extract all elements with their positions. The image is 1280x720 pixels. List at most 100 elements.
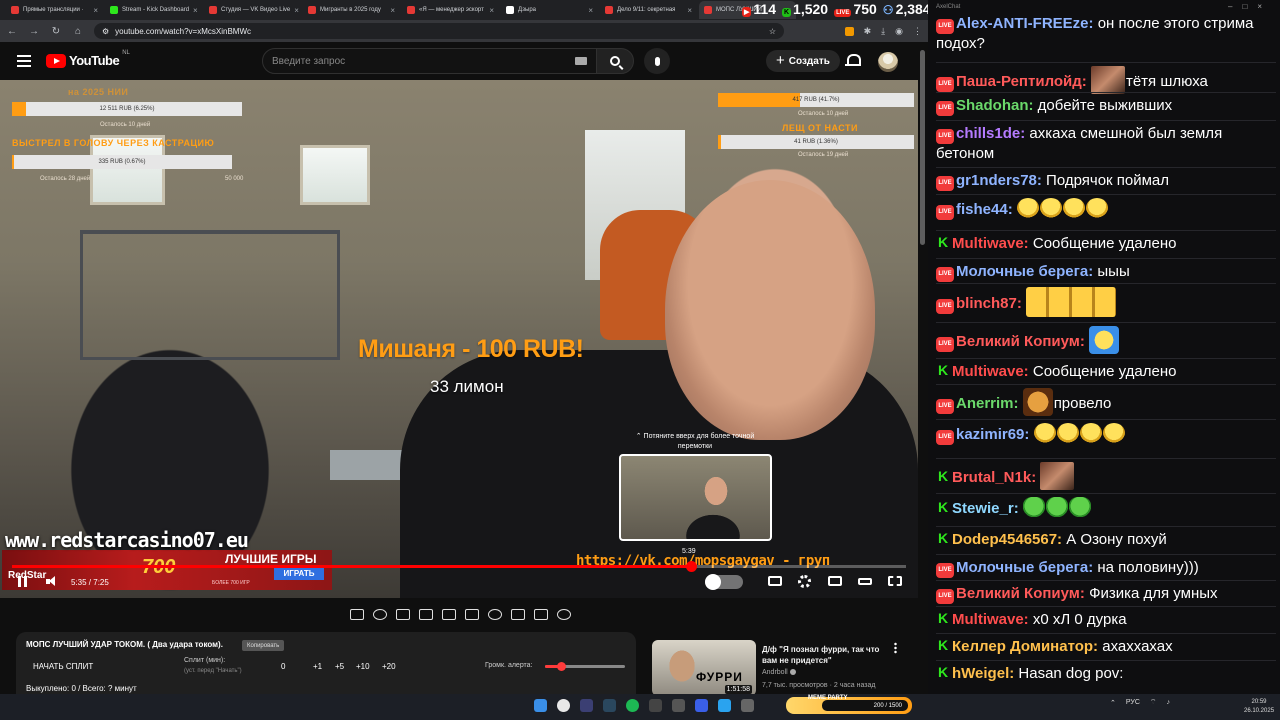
chat-username[interactable]: gr1nders78:	[956, 172, 1042, 189]
close-tab-icon[interactable]: ×	[687, 6, 692, 15]
notifications-bell-icon[interactable]	[845, 53, 861, 68]
close-tab-icon[interactable]: ×	[489, 6, 494, 15]
clapper-icon[interactable]	[419, 608, 433, 620]
address-bar[interactable]: ⚙ youtube.com/watch?v=xMcsXinBMWc ☆	[94, 23, 784, 39]
start-split-button[interactable]: НАЧАТЬ СПЛИТ	[33, 662, 93, 671]
chevron-up-icon[interactable]: ⌃	[1110, 699, 1116, 707]
playlist-icon[interactable]	[396, 608, 410, 620]
close-tab-icon[interactable]: ×	[588, 6, 593, 15]
chat-username[interactable]: Multiwave:	[952, 235, 1029, 252]
start-icon[interactable]	[534, 699, 547, 712]
gear-icon[interactable]	[557, 608, 571, 620]
puzzle-icon[interactable]: ✱	[864, 26, 872, 37]
recommendation-thumbnail[interactable]: ФУРРИ 1:51:58	[652, 640, 756, 696]
speaker-icon[interactable]: ♪	[1167, 699, 1171, 706]
theater-mode-icon[interactable]	[858, 578, 872, 585]
voice-search-icon[interactable]	[644, 48, 670, 74]
copy-button[interactable]: Копировать	[242, 640, 285, 651]
create-button[interactable]: + Создать	[766, 50, 840, 72]
alert-volume-knob[interactable]	[557, 662, 566, 671]
chat-username[interactable]: kazimir69:	[956, 426, 1029, 443]
increment-button[interactable]: +1	[313, 662, 322, 671]
browser-tab[interactable]: Дело 9/11: секретная ×	[600, 1, 697, 19]
recommendation-title[interactable]: Д/ф "Я познал фурри, так что вам не прид…	[762, 644, 892, 666]
increment-button[interactable]: +10	[356, 662, 370, 671]
chat-username[interactable]: Паша-Рептилойд:	[956, 73, 1087, 90]
add-icon[interactable]	[511, 608, 525, 620]
chat-username[interactable]: blinch87:	[956, 295, 1022, 312]
chat-username[interactable]: Stewie_r:	[952, 500, 1019, 517]
forward-icon[interactable]: →	[28, 26, 40, 37]
chat-username[interactable]: Молочные берега:	[956, 559, 1093, 576]
camera-icon[interactable]	[534, 608, 548, 620]
account-avatar[interactable]	[878, 52, 898, 72]
app-icon[interactable]	[741, 699, 754, 712]
browser-tab[interactable]: Прямые трансляции · ×	[6, 1, 103, 19]
video-player[interactable]: на 2025 НИИ 12 511 RUB (6.25%) Осталось …	[0, 80, 918, 598]
chat-username[interactable]: fishe44:	[956, 201, 1013, 218]
broadcast-icon[interactable]	[373, 608, 387, 620]
more-options-icon[interactable]	[894, 642, 897, 654]
increment-button[interactable]: +20	[382, 662, 396, 671]
browser-tab[interactable]: Мигранты в 2025 году ×	[303, 1, 400, 19]
chat-username[interactable]: Молочные берега:	[956, 263, 1093, 280]
spotify-icon[interactable]	[626, 699, 639, 712]
autoplay-toggle[interactable]	[705, 574, 743, 590]
reload-icon[interactable]: ↻	[50, 26, 62, 37]
chat-username[interactable]: Alex-ANTI-FREEze:	[956, 15, 1094, 32]
subtitles-icon[interactable]	[768, 576, 782, 586]
frame-icon[interactable]	[465, 608, 479, 620]
chat-username[interactable]: Великий Копиум:	[956, 585, 1085, 602]
network-icon[interactable]: ⌔	[1150, 698, 1157, 707]
screen-icon[interactable]	[442, 608, 456, 620]
browser-menu-icon[interactable]: ⋮	[913, 26, 922, 37]
bookmark-star-icon[interactable]: ☆	[769, 27, 776, 36]
menu-icon[interactable]	[17, 55, 31, 67]
window-controls[interactable]: –□×	[1228, 2, 1272, 11]
chat-username[interactable]: Shadohan:	[956, 97, 1034, 114]
settings-icon[interactable]	[798, 575, 811, 588]
search-button[interactable]	[596, 48, 634, 74]
chat-username[interactable]: Anerrim:	[956, 395, 1019, 412]
browser-tab[interactable]: Дзыра ×	[501, 1, 598, 19]
close-tab-icon[interactable]: ×	[93, 6, 98, 15]
close-tab-icon[interactable]: ×	[390, 6, 395, 15]
volume-icon[interactable]	[46, 576, 58, 587]
chat-username[interactable]: hWeigel:	[952, 665, 1014, 682]
chat-username[interactable]: Dodep4546567:	[952, 531, 1062, 548]
keyboard-icon[interactable]	[575, 57, 587, 65]
chat-username[interactable]: Brutal_N1k:	[952, 469, 1036, 486]
browser-tab[interactable]: «Я — менеджер эскорт ×	[402, 1, 499, 19]
speed-icon[interactable]	[488, 608, 502, 620]
chat-username[interactable]: Келлер Доминатор:	[952, 638, 1098, 655]
progress-bar[interactable]	[12, 561, 906, 572]
fullscreen-icon[interactable]	[888, 576, 902, 586]
discord-icon[interactable]	[580, 699, 593, 712]
browser-tab[interactable]: Студия — VK Видео Live ×	[204, 1, 301, 19]
chat-username[interactable]: Multiwave:	[952, 363, 1029, 380]
chat-username[interactable]: chills1de:	[956, 125, 1025, 142]
extension-icon[interactable]	[844, 26, 854, 36]
app-icon[interactable]	[672, 699, 685, 712]
download-icon[interactable]: ⤓	[881, 26, 885, 37]
back-icon[interactable]: ←	[6, 26, 18, 37]
alert-volume-slider[interactable]	[545, 662, 625, 671]
search-input[interactable]: Введите запрос	[262, 48, 602, 74]
loop-icon[interactable]	[350, 608, 364, 620]
home-icon[interactable]: ⌂	[72, 26, 84, 37]
youtube-logo[interactable]: YouTube NL	[46, 50, 130, 68]
chat-username[interactable]: Multiwave:	[952, 611, 1029, 628]
chat-username[interactable]: Великий Копиум:	[956, 333, 1085, 350]
close-tab-icon[interactable]: ×	[294, 6, 299, 15]
obs-icon[interactable]	[649, 699, 662, 712]
scrollbar-thumb[interactable]	[920, 50, 925, 245]
close-tab-icon[interactable]: ×	[193, 6, 198, 15]
browser-tab[interactable]: Stream - Kick Dashboard ×	[105, 1, 202, 19]
clock[interactable]: 20:59 26.10.2025	[1244, 698, 1274, 716]
steam-icon[interactable]	[603, 699, 616, 712]
app-icon[interactable]	[695, 699, 708, 712]
site-info-icon[interactable]: ⚙	[102, 27, 109, 36]
telegram-icon[interactable]	[718, 699, 731, 712]
recommendation-channel[interactable]: Andrboll	[762, 669, 796, 676]
profile-icon[interactable]: ◉	[895, 26, 903, 37]
